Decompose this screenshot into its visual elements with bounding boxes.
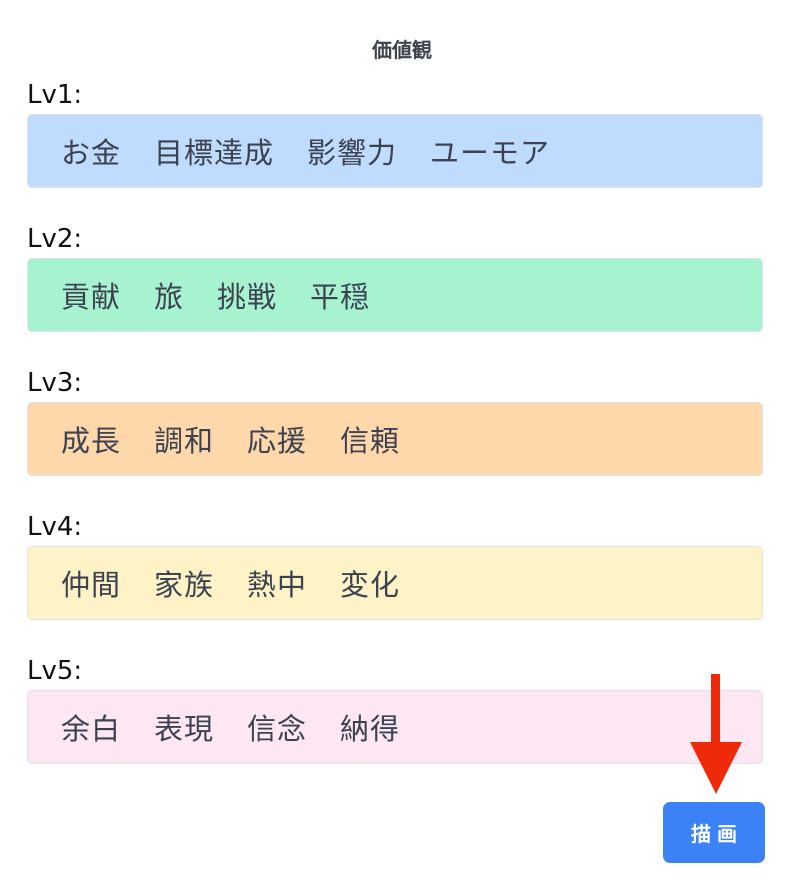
level-3-label: Lv3: (27, 368, 83, 398)
value-item[interactable]: 納得 (340, 706, 400, 748)
level-1: Lv1: お金 目標達成 影響力 ユーモア (27, 80, 763, 188)
value-item[interactable]: 信頼 (340, 418, 400, 460)
draw-button[interactable]: 描画 (663, 802, 765, 863)
value-item[interactable]: 挑戦 (217, 274, 277, 316)
value-item[interactable]: ユーモア (430, 130, 550, 172)
value-item[interactable]: 影響力 (307, 130, 397, 172)
level-1-box[interactable]: お金 目標達成 影響力 ユーモア (27, 114, 763, 188)
value-item[interactable]: 熱中 (247, 562, 307, 604)
page-title: 価値観 (372, 38, 432, 62)
value-item[interactable]: 家族 (154, 562, 214, 604)
value-item[interactable]: 応援 (247, 418, 307, 460)
value-item[interactable]: 成長 (61, 418, 121, 460)
value-item[interactable]: 変化 (340, 562, 400, 604)
value-item[interactable]: 表現 (154, 706, 214, 748)
level-1-label: Lv1: (27, 80, 83, 110)
level-5-box[interactable]: 余白 表現 信念 納得 (27, 690, 763, 764)
value-item[interactable]: 調和 (154, 418, 214, 460)
value-item[interactable]: 平穏 (310, 274, 370, 316)
level-5: Lv5: 余白 表現 信念 納得 (27, 656, 763, 764)
value-item[interactable]: お金 (61, 130, 121, 172)
level-2: Lv2: 貢献 旅 挑戦 平穏 (27, 224, 763, 332)
level-3-box[interactable]: 成長 調和 応援 信頼 (27, 402, 763, 476)
value-item[interactable]: 信念 (247, 706, 307, 748)
value-item[interactable]: 旅 (154, 274, 184, 316)
level-2-box[interactable]: 貢献 旅 挑戦 平穏 (27, 258, 763, 332)
arrow-down-icon (690, 674, 742, 794)
value-item[interactable]: 仲間 (61, 562, 121, 604)
level-5-label: Lv5: (27, 656, 83, 686)
level-4-label: Lv4: (27, 512, 83, 542)
value-item[interactable]: 目標達成 (154, 130, 274, 172)
values-page: 価値観 Lv1: お金 目標達成 影響力 ユーモア Lv2: 貢献 旅 挑戦 平… (0, 0, 804, 888)
level-4-box[interactable]: 仲間 家族 熱中 変化 (27, 546, 763, 620)
value-item[interactable]: 余白 (61, 706, 121, 748)
level-3: Lv3: 成長 調和 応援 信頼 (27, 368, 763, 476)
value-item[interactable]: 貢献 (61, 274, 121, 316)
level-4: Lv4: 仲間 家族 熱中 変化 (27, 512, 763, 620)
level-2-label: Lv2: (27, 224, 83, 254)
